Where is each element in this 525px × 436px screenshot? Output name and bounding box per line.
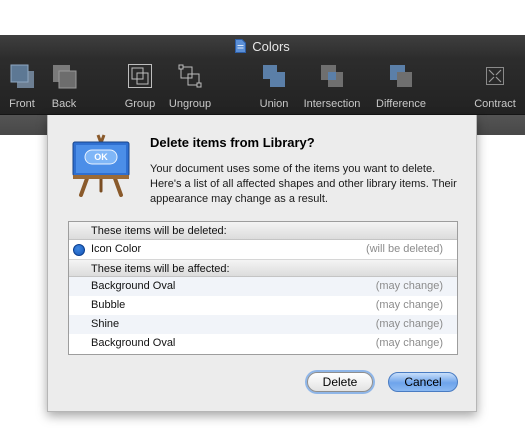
document-icon [235,39,247,53]
list-item[interactable]: Shine (may change) [69,315,457,334]
cancel-button[interactable]: Cancel [388,372,458,392]
item-status: (may change) [375,299,443,311]
color-swatch [73,244,85,256]
contract-icon [480,61,510,91]
toolbar: Front Back Group Ungroup Union Intersect… [0,57,525,115]
item-name: Bubble [91,299,126,311]
toolbar-contract-label: Contract [474,98,516,110]
toolbar-ungroup-button[interactable]: Ungroup [166,61,214,113]
item-name: Shine [91,318,120,330]
difference-icon [386,61,416,91]
toolbar-union-label: Union [259,98,289,110]
toolbar-front-button[interactable]: Front [6,61,38,113]
title-bar: Colors [0,35,525,57]
item-status: (may change) [375,337,443,349]
item-status: (may change) [375,318,443,330]
affected-items-list[interactable]: These items will be deleted: Icon Color … [68,221,458,355]
bring-to-front-icon [7,61,37,91]
send-to-back-icon [49,61,79,91]
affected-section-header: These items will be affected: [69,259,457,277]
app-icon: OK [69,133,133,197]
list-item[interactable]: Icon Color (will be deleted) [69,240,457,259]
toolbar-ungroup-label: Ungroup [168,98,212,110]
item-name: Background Oval [91,337,176,349]
toolbar-group-button[interactable]: Group [123,61,157,113]
toolbar-back-label: Back [51,98,77,110]
toolbar-front-label: Front [9,98,35,110]
item-status: (may change) [375,280,443,292]
app-icon-ok-text: OK [94,152,108,162]
list-item[interactable]: Bubble (may change) [69,296,457,315]
window-title: Colors [252,38,290,54]
toolbar-intersection-button[interactable]: Intersection [300,61,364,113]
item-status: (will be deleted) [365,243,443,255]
delete-library-items-sheet: OK Delete items from Library? Your docum… [47,115,477,412]
deleted-section-header: These items will be deleted: [69,222,457,240]
group-icon [125,61,155,91]
item-name: Icon Color [91,243,142,255]
item-name: Background Oval [91,280,176,292]
intersection-icon [317,61,347,91]
list-item[interactable]: Background Oval (may change) [69,334,457,353]
ungroup-icon [175,61,205,91]
delete-button[interactable]: Delete [307,372,373,392]
toolbar-union-button[interactable]: Union [257,61,291,113]
dialog-message: Your document uses some of the items you… [150,163,457,205]
toolbar-back-button[interactable]: Back [49,61,79,113]
toolbar-group-label: Group [124,98,156,110]
union-icon [259,61,289,91]
toolbar-difference-label: Difference [376,98,426,110]
toolbar-difference-button[interactable]: Difference [372,61,430,113]
dialog-title: Delete items from Library? [150,135,315,150]
toolbar-intersection-label: Intersection [303,98,361,110]
list-item[interactable]: Background Oval (may change) [69,277,457,296]
toolbar-contract-button[interactable]: Contract [470,61,520,113]
